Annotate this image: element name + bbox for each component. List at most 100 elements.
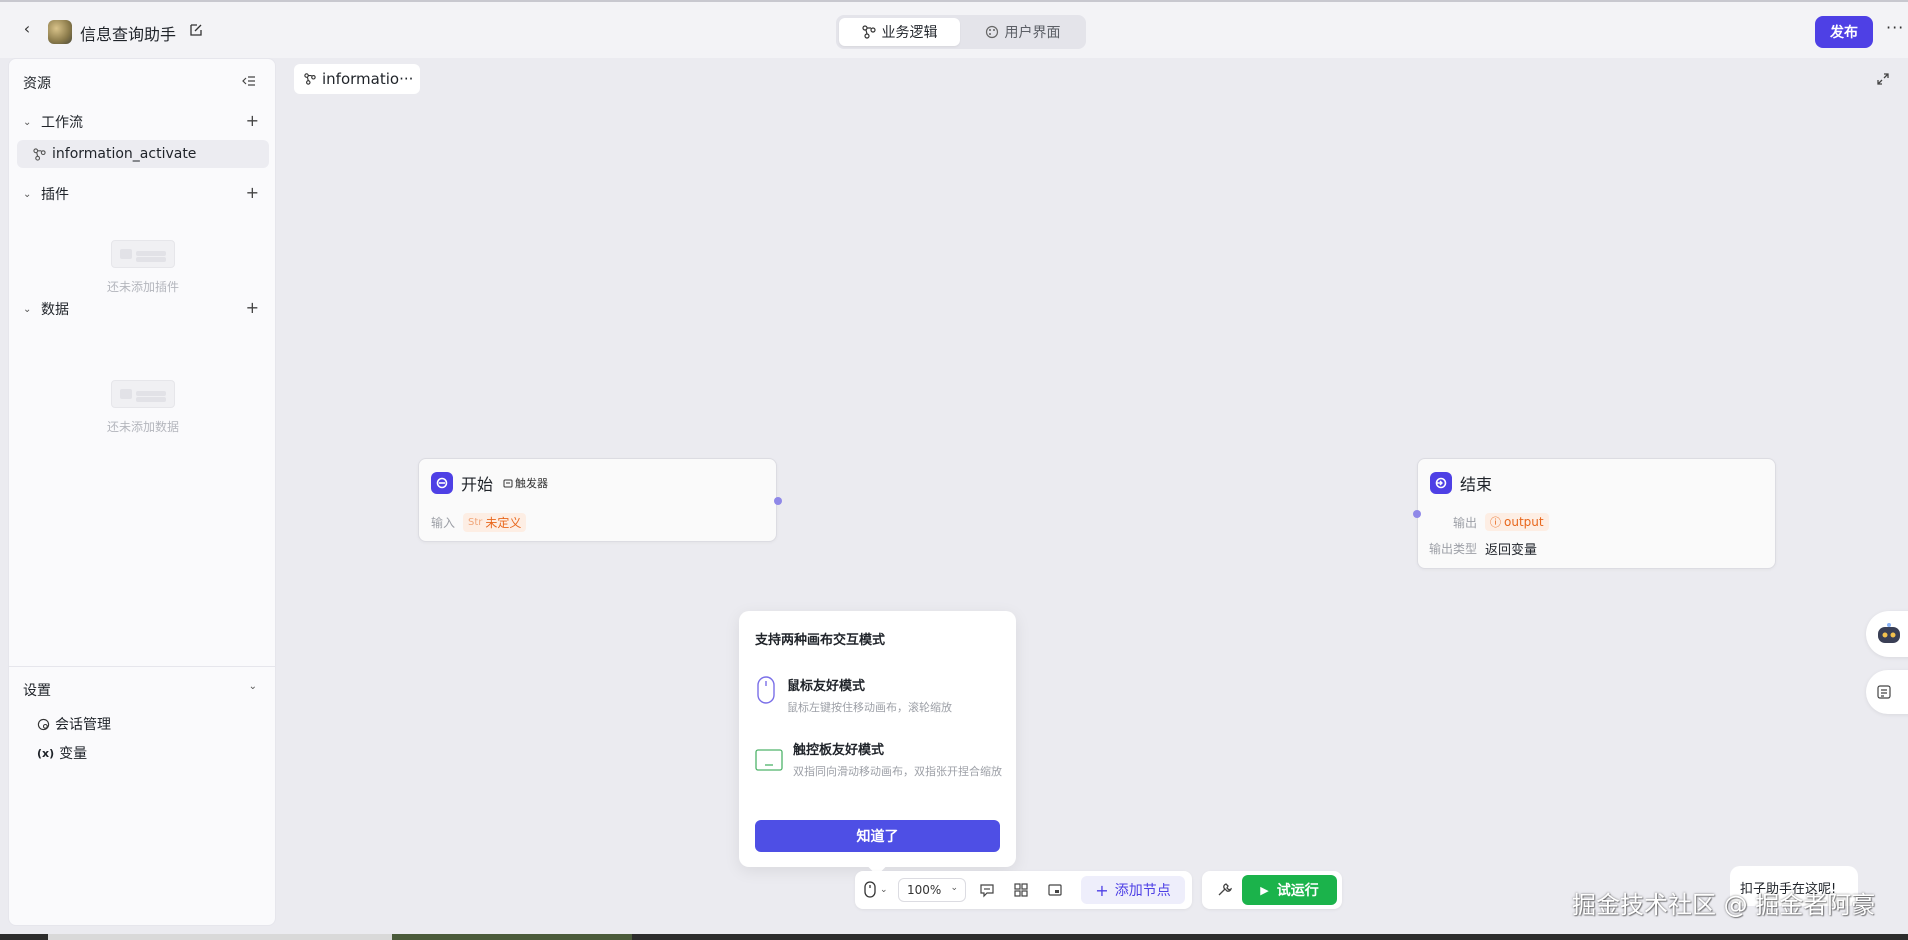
end-output-tag: ⓘ output bbox=[1485, 513, 1549, 531]
end-icon bbox=[1430, 472, 1452, 494]
tab-business-logic[interactable]: 业务逻辑 bbox=[839, 18, 960, 46]
divider bbox=[9, 666, 275, 667]
tab-user-interface-label: 用户界面 bbox=[1004, 25, 1061, 41]
settings-item-variable[interactable]: (x) 变量 bbox=[37, 743, 87, 763]
start-input-key: 输入 bbox=[431, 516, 456, 530]
end-node[interactable]: 结束 输出 ⓘ output 输出类型 返回变量 bbox=[1417, 458, 1776, 569]
chevron-down-icon: ⌄ bbox=[950, 883, 958, 893]
test-run-label: 试运行 bbox=[1276, 883, 1319, 899]
section-data-label: 数据 bbox=[41, 302, 69, 318]
view-switcher: 业务逻辑 用户界面 bbox=[836, 15, 1086, 49]
more-icon[interactable]: ··· bbox=[1886, 18, 1904, 37]
trackpad-mode-title: 触控板友好模式 bbox=[793, 743, 885, 758]
assistant-bot-button[interactable] bbox=[1866, 611, 1908, 657]
top-bar: ‹ 信息查询助手 业务逻辑 用户界面 发布 ··· bbox=[0, 0, 1908, 58]
empty-data-text: 还未添加数据 bbox=[106, 420, 179, 434]
settings-item-variable-label: 变量 bbox=[59, 746, 88, 762]
chevron-down-icon: ⌄ bbox=[880, 884, 888, 895]
interaction-mode-toggle[interactable]: ⌄ bbox=[864, 881, 888, 898]
section-data[interactable]: ⌄ 数据 + bbox=[23, 298, 263, 320]
start-node[interactable]: 开始 触发器 输入 Str 未定义 bbox=[418, 458, 777, 542]
add-plugin-icon[interactable]: + bbox=[246, 183, 259, 202]
comment-icon[interactable] bbox=[979, 882, 995, 898]
canvas-tab-label: informatio··· bbox=[322, 70, 414, 88]
collapse-sidebar-icon[interactable] bbox=[241, 73, 257, 89]
end-input-port[interactable] bbox=[1413, 510, 1421, 518]
fullscreen-icon[interactable] bbox=[1876, 72, 1890, 86]
wrench-icon[interactable] bbox=[1216, 882, 1232, 898]
start-icon bbox=[431, 472, 453, 494]
app-title: 信息查询助手 bbox=[80, 25, 177, 44]
empty-plugin-illustration bbox=[111, 240, 175, 268]
warning-icon: ⓘ bbox=[1490, 516, 1502, 529]
start-node-title: 开始 bbox=[461, 475, 494, 494]
trigger-icon bbox=[503, 479, 513, 488]
interaction-mode-popover: 支持两种画布交互模式 鼠标友好模式 鼠标左键按住移动画布，滚轮缩放 触控板友好模… bbox=[739, 611, 1016, 867]
mouse-mode-title: 鼠标友好模式 bbox=[787, 679, 866, 694]
add-data-icon[interactable]: + bbox=[246, 298, 259, 317]
trigger-label: 触发器 bbox=[515, 477, 549, 490]
app-avatar bbox=[48, 20, 72, 44]
edit-icon[interactable] bbox=[188, 22, 204, 38]
end-output-type-key: 输出类型 bbox=[1429, 542, 1478, 556]
section-plugin[interactable]: ⌄ 插件 + bbox=[23, 183, 263, 205]
section-workflow-label: 工作流 bbox=[41, 115, 83, 131]
mouse-mode-option[interactable]: 鼠标友好模式 鼠标左键按住移动画布，滚轮缩放 bbox=[755, 675, 1005, 718]
start-input-value-tag: Str 未定义 bbox=[463, 513, 527, 532]
workflow-icon bbox=[861, 25, 876, 39]
section-workflow[interactable]: ⌄ 工作流 + bbox=[23, 111, 263, 133]
settings-item-conversation-label: 会话管理 bbox=[55, 717, 111, 733]
bottom-strip-segment bbox=[392, 934, 632, 940]
tab-business-logic-label: 业务逻辑 bbox=[881, 25, 938, 41]
chevron-down-icon[interactable]: ⌄ bbox=[249, 681, 257, 692]
back-icon[interactable]: ‹ bbox=[18, 20, 36, 38]
workflow-item-label: information_activate bbox=[52, 146, 197, 162]
trackpad-mode-option[interactable]: 触控板友好模式 双指同向滑动移动画布，双指张开捏合缩放 bbox=[755, 739, 1005, 782]
chevron-down-icon: ⌄ bbox=[23, 188, 32, 200]
add-node-button[interactable]: + 添加节点 bbox=[1081, 876, 1185, 904]
workflow-icon bbox=[304, 73, 316, 85]
bottom-strip bbox=[0, 934, 1908, 940]
variable-icon: (x) bbox=[37, 746, 55, 760]
auto-layout-icon[interactable] bbox=[1013, 882, 1029, 898]
trigger-tag[interactable]: 触发器 bbox=[503, 475, 548, 491]
end-output-value: output bbox=[1504, 515, 1544, 529]
settings-item-conversation[interactable]: 会话管理 bbox=[37, 714, 111, 734]
canvas-toolbar: ⌄ 100% ⌄ + 添加节点 bbox=[855, 871, 1192, 909]
got-it-button[interactable]: 知道了 bbox=[755, 820, 1000, 852]
notes-icon bbox=[1877, 685, 1891, 699]
test-run-button[interactable]: ▶ 试运行 bbox=[1242, 875, 1337, 905]
tab-user-interface[interactable]: 用户界面 bbox=[962, 18, 1083, 46]
end-output-type-value: 返回变量 bbox=[1485, 543, 1538, 558]
zoom-value: 100% bbox=[907, 883, 942, 897]
chat-settings-icon bbox=[37, 718, 50, 730]
trackpad-mode-desc: 双指同向滑动移动画布，双指张开捏合缩放 bbox=[793, 765, 1002, 778]
bottom-strip-segment bbox=[48, 934, 392, 940]
chevron-down-icon: ⌄ bbox=[23, 303, 32, 315]
start-input-value: 未定义 bbox=[485, 516, 522, 530]
resource-sidebar: 资源 ⌄ 工作流 + information_activate ⌄ 插件 + 还… bbox=[8, 58, 276, 926]
start-output-port[interactable] bbox=[774, 497, 782, 505]
mouse-icon bbox=[757, 676, 775, 704]
notes-button[interactable] bbox=[1866, 670, 1908, 714]
chevron-down-icon: ⌄ bbox=[23, 116, 32, 128]
mouse-icon bbox=[864, 881, 876, 898]
zoom-select[interactable]: 100% ⌄ bbox=[898, 878, 966, 902]
workflow-icon bbox=[33, 147, 46, 161]
palette-icon bbox=[985, 25, 998, 39]
trackpad-icon bbox=[755, 749, 783, 771]
mouse-mode-desc: 鼠标左键按住移动画布，滚轮缩放 bbox=[787, 701, 952, 714]
publish-button[interactable]: 发布 bbox=[1815, 16, 1873, 48]
empty-data-illustration bbox=[111, 380, 175, 408]
settings-title[interactable]: 设置 bbox=[23, 680, 51, 700]
popover-title: 支持两种画布交互模式 bbox=[755, 633, 886, 648]
end-output-key: 输出 bbox=[1453, 515, 1478, 530]
canvas-workflow-tab[interactable]: informatio··· bbox=[294, 64, 420, 94]
workflow-item[interactable]: information_activate bbox=[17, 140, 269, 168]
add-workflow-icon[interactable]: + bbox=[246, 111, 259, 130]
robot-icon bbox=[1878, 623, 1900, 643]
empty-plugin-text: 还未添加插件 bbox=[106, 280, 179, 294]
watermark-text: 掘金技术社区 @ 掘金者阿豪 bbox=[1572, 891, 1876, 919]
minimap-icon[interactable] bbox=[1047, 882, 1063, 898]
play-icon: ▶ bbox=[1260, 883, 1269, 897]
